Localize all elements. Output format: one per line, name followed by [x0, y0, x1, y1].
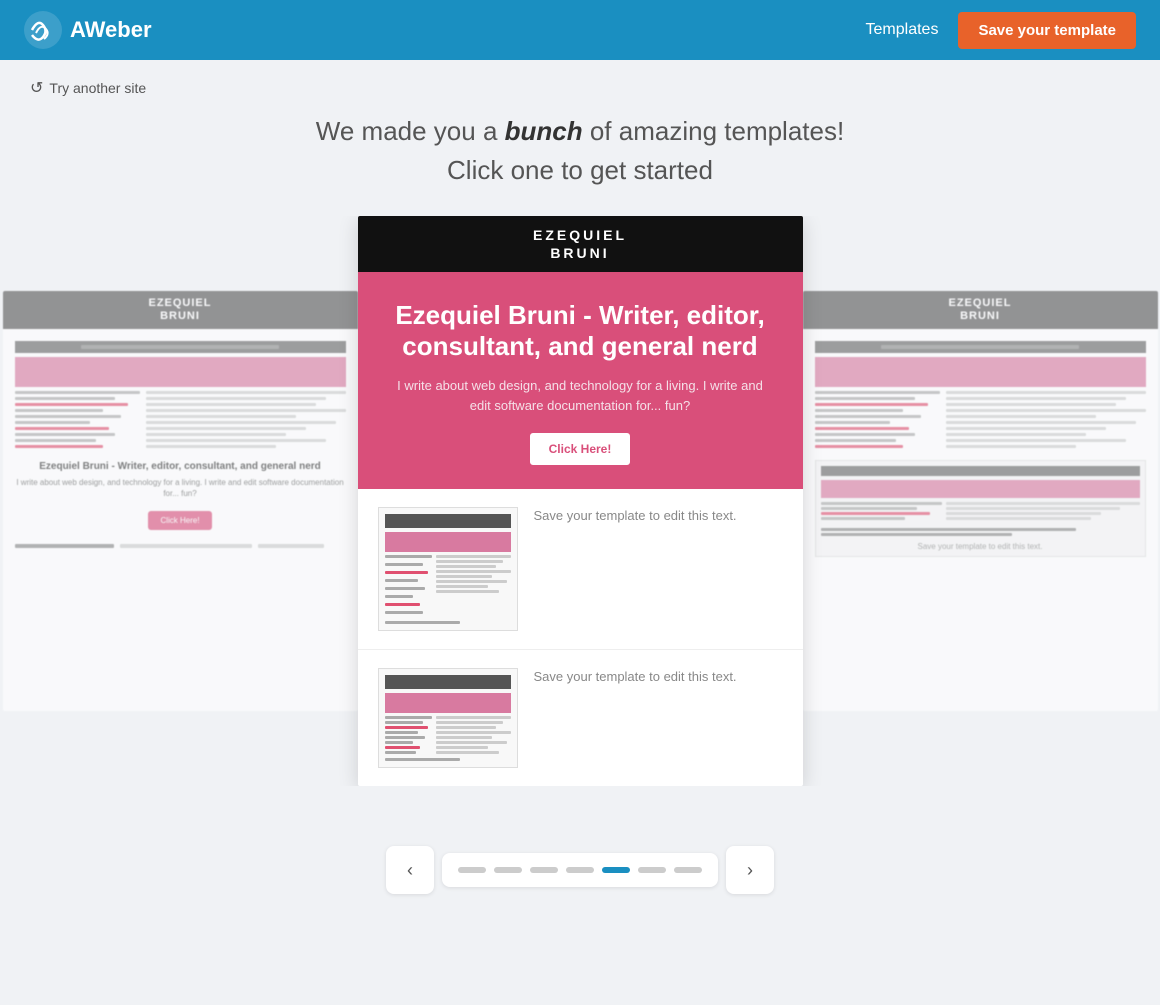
- headline: We made you a bunch of amazing templates…: [0, 116, 1160, 147]
- header-right: Templates Save your template: [866, 12, 1136, 49]
- left-sidebar: [15, 391, 141, 448]
- carousel-prev-button[interactable]: ‹: [386, 846, 434, 894]
- save-template-button[interactable]: Save your template: [958, 12, 1136, 49]
- email-screenshot-1: [378, 507, 518, 631]
- left-card-footer: [15, 544, 346, 548]
- template-card-left[interactable]: EZEQUIEL BRUNI: [3, 291, 358, 711]
- email-preview-1: Save your template to edit this text.: [358, 489, 803, 650]
- main-content: We made you a bunch of amazing templates…: [0, 116, 1160, 954]
- refresh-icon: ↺: [30, 78, 43, 98]
- email-preview-text-1: Save your template to edit this text.: [534, 507, 737, 525]
- pagination: ‹ ›: [0, 846, 1160, 894]
- sub-header: ↺ Try another site: [0, 60, 1160, 116]
- right-main: [946, 391, 1145, 448]
- carousel-next-button[interactable]: ›: [726, 846, 774, 894]
- page-dot-7[interactable]: [674, 867, 702, 873]
- email-preview-text-2: Save your template to edit this text.: [534, 668, 737, 686]
- left-card-header-text: EZEQUIEL BRUNI: [148, 297, 211, 323]
- left-card-cta-btn[interactable]: Click Here!: [148, 511, 211, 530]
- left-card-info: Ezequiel Bruni - Writer, editor, consult…: [15, 460, 346, 529]
- left-card-ssi-hero: [15, 357, 346, 387]
- center-card-header: EZEQUIEL BRUNI: [358, 216, 803, 272]
- page-dot-6[interactable]: [638, 867, 666, 873]
- right-sidebar: [815, 391, 941, 448]
- logo-text: AWeber: [70, 17, 152, 43]
- left-card-body: Ezequiel Bruni - Writer, editor, consult…: [3, 329, 358, 559]
- template-card-right[interactable]: EZEQUIEL BRUNI: [803, 291, 1158, 711]
- left-card-content: [15, 391, 346, 448]
- page-dot-1[interactable]: [458, 867, 486, 873]
- right-card-content: [815, 391, 1146, 448]
- left-card-cta-wrap: Click Here!: [15, 510, 346, 530]
- center-card-hero: Ezequiel Bruni - Writer, editor, consult…: [358, 272, 803, 489]
- center-card-hero-desc: I write about web design, and technology…: [386, 376, 775, 415]
- email-preview-2: Save your template to edit this text.: [358, 650, 803, 786]
- center-card-cta-btn[interactable]: Click Here!: [530, 433, 631, 465]
- headline-suffix: of amazing templates!: [583, 116, 845, 146]
- header: AWeber Templates Save your template: [0, 0, 1160, 60]
- right-card-header: EZEQUIEL BRUNI: [803, 291, 1158, 329]
- subtitle: Click one to get started: [0, 155, 1160, 186]
- page-dot-4[interactable]: [566, 867, 594, 873]
- es-header-2: [385, 675, 511, 689]
- headline-bold: bunch: [505, 116, 583, 146]
- es-header-1: [385, 514, 511, 528]
- center-card-header-text: EZEQUIEL BRUNI: [533, 226, 627, 262]
- center-card-body: Save your template to edit this text.: [358, 489, 803, 786]
- page-dot-2[interactable]: [494, 867, 522, 873]
- page-dot-3[interactable]: [530, 867, 558, 873]
- try-another-link[interactable]: ↺ Try another site: [30, 78, 1130, 98]
- right-card-ssi-header: [815, 341, 1146, 353]
- right-card-save-text: Save your template to edit this text.: [821, 542, 1140, 551]
- left-card-header: EZEQUIEL BRUNI: [3, 291, 358, 329]
- right-card-screenshot2: Save your template to edit this text.: [815, 460, 1146, 557]
- template-card-center[interactable]: EZEQUIEL BRUNI Ezequiel Bruni - Writer, …: [358, 216, 803, 786]
- left-card-ssi-header: [15, 341, 346, 353]
- template-carousel: EZEQUIEL BRUNI: [0, 216, 1160, 786]
- headline-prefix: We made you a: [316, 116, 505, 146]
- pagination-dots: [442, 853, 718, 887]
- right-card-body: Save your template to edit this text.: [803, 329, 1158, 569]
- right-card-header-text: EZEQUIEL BRUNI: [948, 297, 1011, 323]
- left-card-desc: I write about web design, and technology…: [15, 477, 346, 499]
- templates-link[interactable]: Templates: [866, 21, 939, 39]
- left-card-name: Ezequiel Bruni - Writer, editor, consult…: [15, 460, 346, 473]
- center-card-hero-title: Ezequiel Bruni - Writer, editor, consult…: [386, 300, 775, 362]
- email-screenshot-2: [378, 668, 518, 768]
- page-dot-5[interactable]: [602, 867, 630, 873]
- try-another-label: Try another site: [49, 80, 146, 96]
- right-card-ssi-hero: [815, 357, 1146, 387]
- left-main: [146, 391, 345, 448]
- aweber-logo-icon: [24, 11, 62, 49]
- logo: AWeber: [24, 11, 152, 49]
